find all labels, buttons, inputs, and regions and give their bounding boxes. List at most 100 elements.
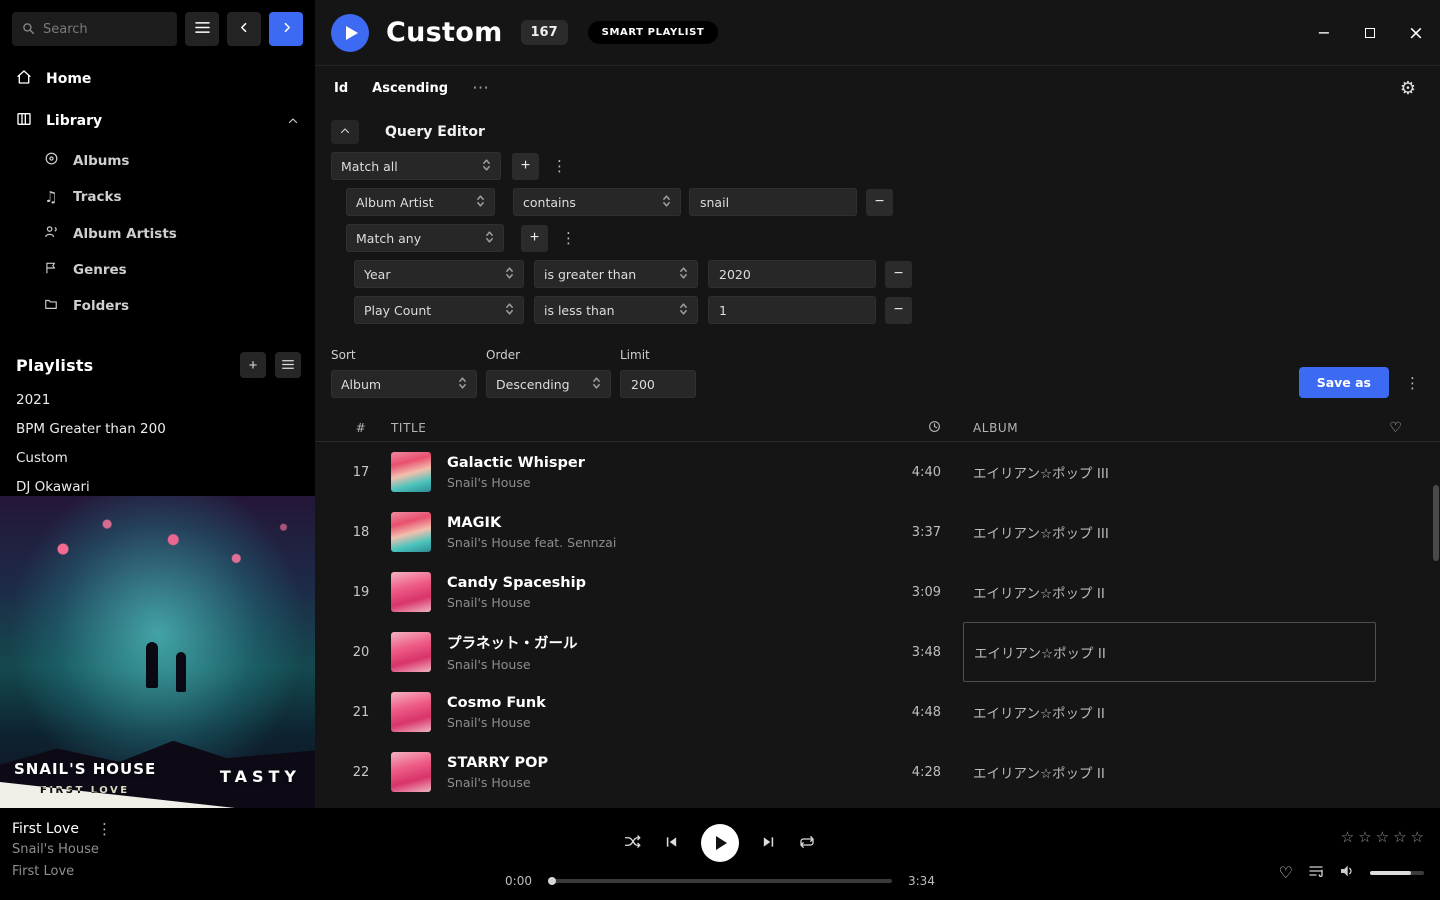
add-playlist-button[interactable]: + — [240, 352, 266, 378]
playlist-item[interactable]: 2021 — [0, 386, 315, 415]
track-index: 20 — [331, 645, 391, 660]
sort-order-button[interactable]: Ascending — [372, 81, 448, 96]
track-index: 18 — [331, 525, 391, 540]
sidebar-item-tracks[interactable]: ♫ Tracks — [0, 179, 315, 215]
rule-operator-select[interactable]: is greater than — [534, 260, 698, 288]
track-album[interactable]: エイリアン☆ポップ II — [963, 742, 1376, 802]
collapse-chevron-icon[interactable] — [287, 115, 299, 127]
rule-value-input[interactable] — [708, 260, 876, 288]
column-album[interactable]: ALBUM — [943, 421, 1376, 435]
order-label: Order — [486, 348, 611, 362]
sort-select[interactable]: Album — [331, 370, 477, 398]
nav-forward-button[interactable] — [269, 12, 303, 46]
star-icon[interactable]: ☆ — [1411, 828, 1424, 846]
track-album[interactable]: エイリアン☆ポップ II — [963, 682, 1376, 742]
select-caret-icon — [679, 266, 688, 283]
rule-operator-select[interactable]: contains — [513, 188, 681, 216]
track-duration: 3:48 — [863, 645, 943, 660]
rule-value-input[interactable] — [689, 188, 857, 216]
rule-value-input[interactable] — [708, 296, 876, 324]
star-icon[interactable]: ☆ — [1393, 828, 1406, 846]
match-any-select[interactable]: Match any — [346, 224, 504, 252]
play-playlist-button[interactable] — [331, 14, 369, 52]
star-icon[interactable]: ☆ — [1376, 828, 1389, 846]
home-icon — [16, 69, 32, 89]
rule-field-select[interactable]: Album Artist — [346, 188, 495, 216]
table-row[interactable]: 18 MAGIK Snail's House feat. Sennzai 3:3… — [315, 502, 1440, 562]
group-menu-icon[interactable]: ⋮ — [548, 157, 571, 175]
sidebar-item-folders[interactable]: Folders — [0, 288, 315, 324]
save-menu-icon[interactable]: ⋮ — [1401, 374, 1424, 392]
duration-clock-icon[interactable] — [863, 420, 943, 436]
remove-rule-button[interactable]: − — [866, 189, 893, 216]
track-album[interactable]: エイリアン☆ポップ III — [963, 442, 1376, 502]
add-rule-button[interactable]: + — [512, 153, 539, 180]
table-row[interactable]: 19 Candy Spaceship Snail's House 3:09 エイ… — [315, 562, 1440, 622]
select-caret-icon — [592, 376, 601, 393]
sidebar-item-albums[interactable]: Albums — [0, 142, 315, 179]
favorite-heart-icon[interactable]: ♡ — [1279, 863, 1293, 882]
repeat-button[interactable] — [798, 834, 816, 853]
nav-back-button[interactable] — [227, 12, 261, 46]
scrollbar[interactable] — [1432, 455, 1440, 808]
now-playing-menu-icon[interactable]: ⋮ — [93, 820, 116, 838]
next-icon — [761, 835, 776, 852]
menu-button[interactable] — [185, 12, 219, 46]
limit-input[interactable] — [620, 370, 696, 398]
rule-operator-select[interactable]: is less than — [534, 296, 698, 324]
select-caret-icon — [505, 302, 514, 319]
track-index: 17 — [331, 465, 391, 480]
sidebar-item-label: Folders — [73, 298, 129, 314]
close-button[interactable]: × — [1408, 25, 1424, 41]
playlist-item[interactable]: Custom — [0, 444, 315, 473]
table-row[interactable]: 17 Galactic Whisper Snail's House 4:40 エ… — [315, 442, 1440, 502]
track-album[interactable]: エイリアン☆ポップ II — [963, 622, 1376, 682]
add-rule-button[interactable]: + — [521, 225, 548, 252]
save-as-button[interactable]: Save as — [1299, 367, 1389, 398]
remove-rule-button[interactable]: − — [885, 261, 912, 288]
track-album[interactable]: エイリアン☆ポップ III — [963, 502, 1376, 562]
group-menu-icon[interactable]: ⋮ — [557, 229, 580, 247]
rule-field-select[interactable]: Play Count — [354, 296, 524, 324]
maximize-button[interactable] — [1362, 25, 1378, 41]
search-box[interactable] — [12, 12, 177, 46]
select-caret-icon — [485, 230, 494, 247]
sidebar-item-album-artists[interactable]: Album Artists — [0, 215, 315, 252]
star-icon[interactable]: ☆ — [1341, 828, 1354, 846]
playlist-options-button[interactable] — [275, 352, 301, 378]
volume-icon[interactable] — [1339, 863, 1355, 882]
play-pause-button[interactable] — [701, 824, 739, 862]
gear-icon[interactable]: ⚙ — [1400, 78, 1416, 99]
playlist-item[interactable]: BPM Greater than 200 — [0, 415, 315, 444]
order-select[interactable]: Descending — [486, 370, 611, 398]
minimize-button[interactable]: − — [1316, 25, 1332, 41]
track-album[interactable]: エイリアン☆ポップ II — [963, 562, 1376, 622]
playlists-title: Playlists — [16, 356, 93, 375]
seek-thumb[interactable] — [548, 877, 556, 885]
seek-slider[interactable] — [548, 879, 892, 883]
shuffle-button[interactable] — [624, 834, 642, 852]
sidebar-item-home[interactable]: Home — [0, 58, 315, 100]
more-options-icon[interactable]: ⋯ — [472, 78, 489, 98]
next-button[interactable] — [761, 835, 776, 852]
query-editor-title: Query Editor — [385, 124, 485, 140]
sidebar-item-genres[interactable]: Genres — [0, 252, 315, 288]
sidebar-item-library[interactable]: Library — [0, 100, 315, 142]
column-index[interactable]: # — [331, 421, 391, 435]
remove-rule-button[interactable]: − — [885, 297, 912, 324]
rule-field-select[interactable]: Year — [354, 260, 524, 288]
match-all-select[interactable]: Match all — [331, 152, 501, 180]
search-input[interactable] — [43, 22, 167, 37]
table-row[interactable]: 21 Cosmo Funk Snail's House 4:48 エイリアン☆ポ… — [315, 682, 1440, 742]
column-title[interactable]: TITLE — [391, 421, 863, 435]
column-favorite-heart-icon[interactable]: ♡ — [1376, 420, 1416, 436]
sort-field-button[interactable]: Id — [334, 81, 348, 96]
star-icon[interactable]: ☆ — [1358, 828, 1371, 846]
volume-slider[interactable] — [1370, 871, 1424, 875]
scrollbar-thumb[interactable] — [1433, 485, 1439, 561]
queue-icon[interactable] — [1308, 863, 1324, 882]
table-row[interactable]: 22 STARRY POP Snail's House 4:28 エイリアン☆ポ… — [315, 742, 1440, 802]
table-row[interactable]: 20 プラネット・ガール Snail's House 3:48 エイリアン☆ポッ… — [315, 622, 1440, 682]
collapse-query-editor-button[interactable] — [331, 120, 359, 144]
previous-button[interactable] — [664, 835, 679, 852]
